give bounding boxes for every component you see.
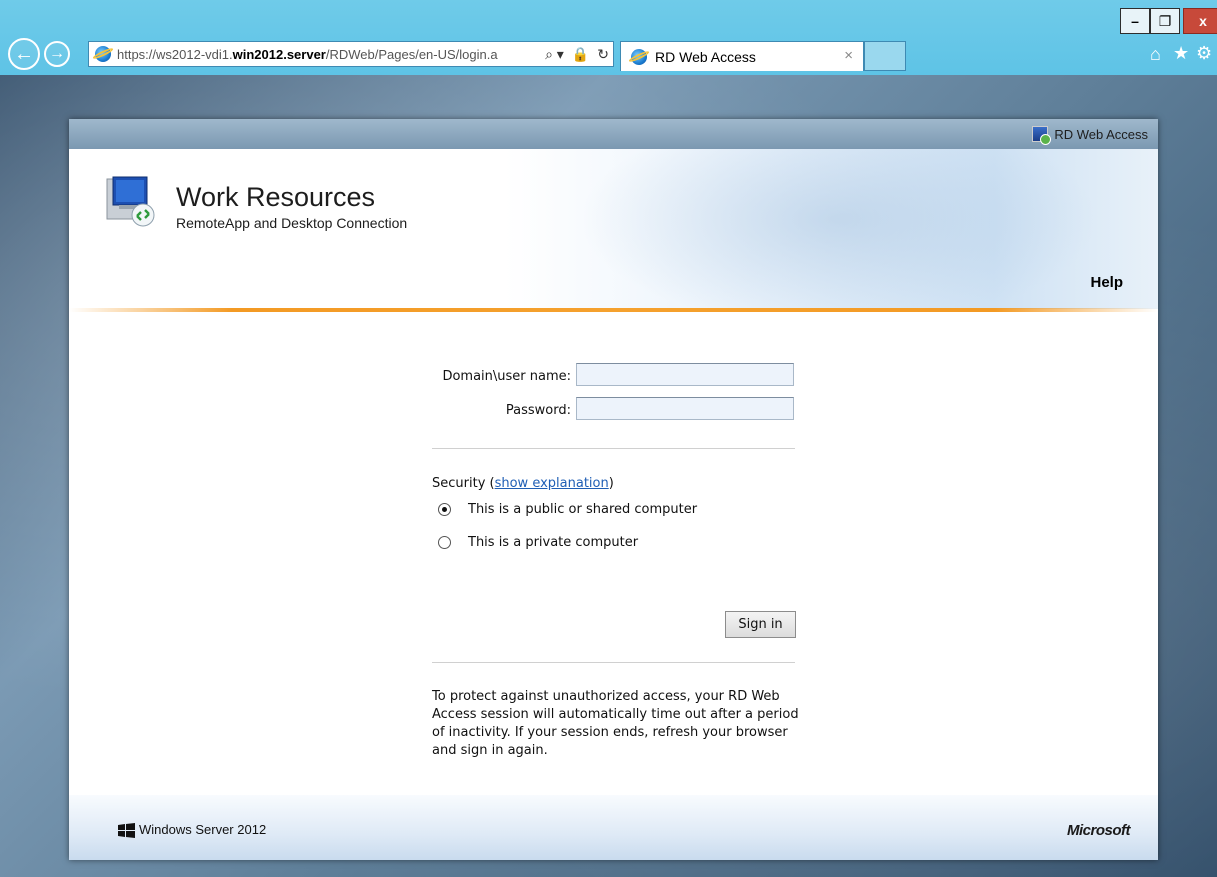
back-button[interactable]: ← [8,38,40,70]
radio-private-control[interactable] [438,536,451,549]
timeout-notice: To protect against unauthorized access, … [432,689,799,758]
footer: Windows Server 2012 Microsoft [69,795,1158,860]
show-explanation-link[interactable]: show explanation [495,476,609,491]
windows-logo-icon [118,823,135,838]
page-subtitle: RemoteApp and Desktop Connection [176,215,408,231]
address-bar[interactable]: https://ws2012-vdi1.win2012.server/RDWeb… [88,41,614,67]
lock-icon[interactable]: 🔒 [572,46,589,63]
browser-chrome: – ❐ x ← → https://ws2012-vdi1.win2012.se… [0,0,1217,75]
star-icon[interactable]: ★ [1173,43,1189,64]
radio-private-label: This is a private computer [468,535,639,550]
security-prefix: Security ( [432,476,495,491]
close-window-button[interactable]: x [1183,8,1217,34]
radio-public-label: This is a public or shared computer [468,502,698,517]
tab-ie-icon [631,48,647,65]
url-prefix: https://ws2012-vdi1. [117,46,233,62]
security-suffix: ) [608,476,614,491]
radio-private-computer[interactable]: This is a private computer [438,535,638,550]
url-host: win2012.server [232,46,326,62]
browser-tab[interactable]: RD Web Access × [620,41,864,71]
gear-icon[interactable]: ⚙ [1196,43,1212,64]
tab-title: RD Web Access [655,48,756,65]
password-label: Password: [505,403,571,418]
username-field[interactable] [576,363,794,386]
rdweb-panel: RD Web Access Work Resources RemoteApp a… [69,119,1158,860]
new-tab-button[interactable] [864,41,906,71]
security-line: Security (show explanation) [432,476,614,491]
forward-button[interactable]: → [44,41,70,67]
form-divider [432,448,795,449]
username-label: Domain\user name: [442,369,571,384]
help-link[interactable]: Help [1090,274,1123,291]
password-field[interactable] [576,397,794,420]
search-dropdown-icon[interactable]: ⌕ ▾ [545,46,564,63]
home-icon[interactable]: ⌂ [1150,44,1161,65]
radio-public-control[interactable] [438,503,451,516]
page-title: Work Resources [176,182,376,212]
refresh-icon[interactable]: ↻ [597,46,609,63]
maximize-button[interactable]: ❐ [1150,8,1180,34]
url-path: /RDWeb/Pages/en-US/login.a [325,46,498,62]
sign-in-button[interactable]: Sign in [725,611,796,638]
microsoft-logo: Microsoft [1067,822,1131,839]
ie-page-icon [95,46,111,62]
tab-close-icon[interactable]: × [844,47,853,64]
radio-public-computer[interactable]: This is a public or shared computer [438,502,697,517]
minimize-button[interactable]: – [1120,8,1150,34]
url-text[interactable]: https://ws2012-vdi1.win2012.server/RDWeb… [117,47,541,62]
windows-server-brand: Windows Server 2012 [139,822,267,837]
form-divider-bottom [432,662,795,663]
